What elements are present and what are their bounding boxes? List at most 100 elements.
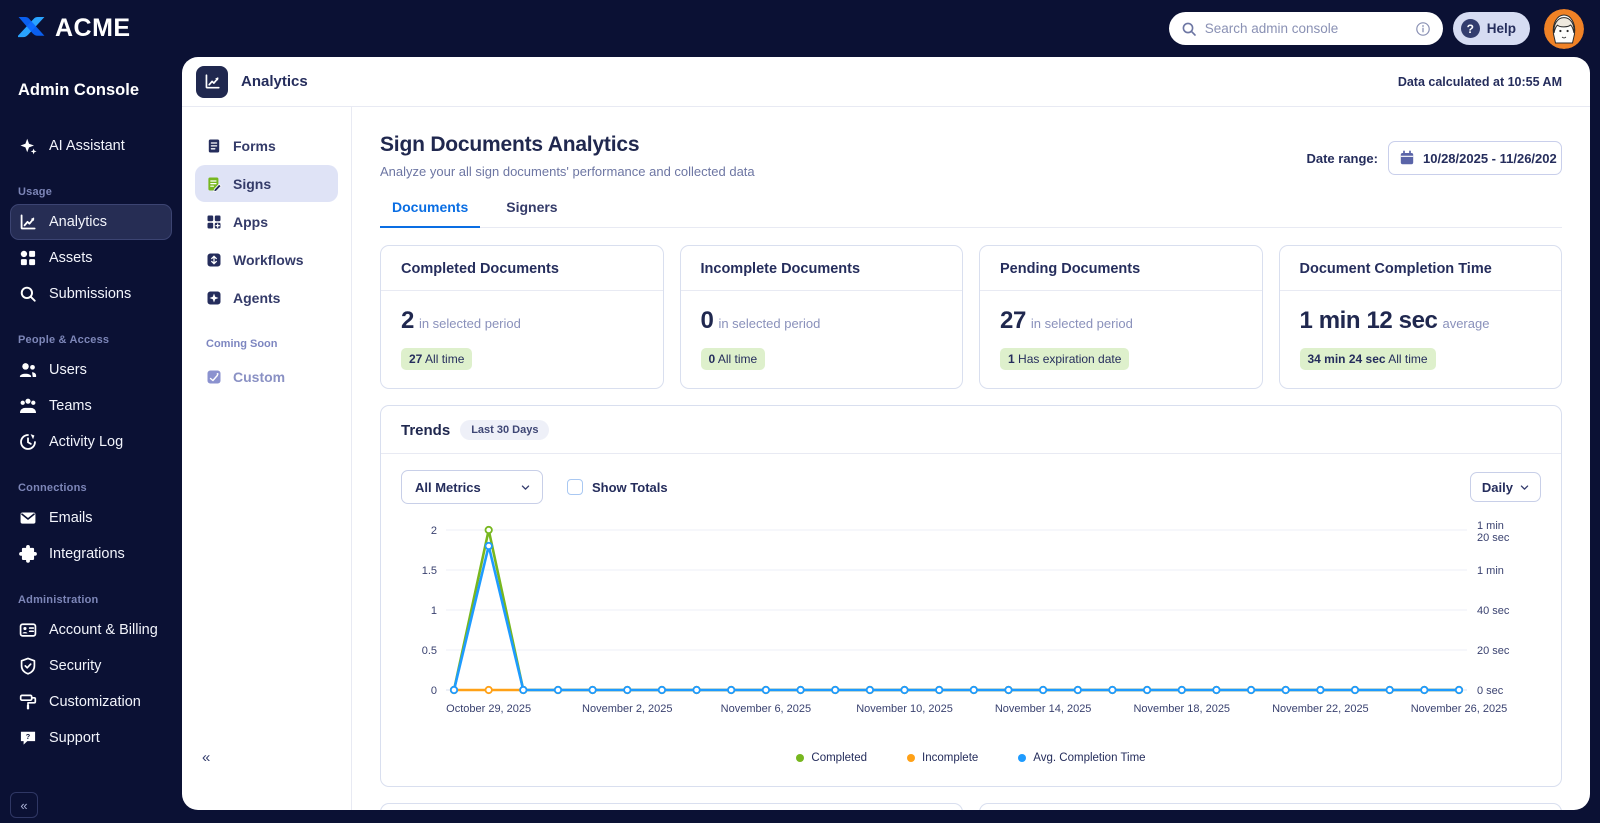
metrics-select[interactable]: All Metrics	[401, 470, 543, 504]
sidebar-collapse-button[interactable]: «	[10, 792, 38, 818]
legend-dot-icon	[796, 754, 805, 762]
show-totals-checkbox[interactable]	[567, 479, 583, 495]
data-calculated-text: Data calculated at 10:55 AM	[1397, 74, 1562, 89]
granularity-select[interactable]: Daily	[1469, 472, 1541, 502]
legend-item-completed: Completed	[796, 752, 867, 764]
svg-text:0.5: 0.5	[422, 645, 437, 657]
date-range-picker[interactable]: 10/28/2025 - 11/26/202	[1388, 141, 1562, 175]
stat-card-document-completion-time: Document Completion Time 1 min 12 sec ave…	[1278, 245, 1562, 389]
subnav-item-label: Forms	[233, 137, 276, 154]
support-icon: ?	[19, 729, 37, 747]
search-input[interactable]	[1204, 21, 1407, 36]
sidebar-item-label: Users	[49, 362, 87, 378]
tab-signers[interactable]: Signers	[494, 199, 569, 228]
stat-value-suffix: in selected period	[718, 316, 821, 331]
brand-name: ACME	[55, 14, 131, 42]
users-icon	[19, 361, 37, 379]
chart-svg: 00.511.520 sec20 sec40 sec1 min1 min20 s…	[422, 520, 1510, 715]
apps-icon	[206, 214, 222, 230]
agents-icon	[206, 290, 222, 306]
search-box[interactable]	[1168, 12, 1443, 45]
svg-text:November 2, 2025: November 2, 2025	[582, 703, 673, 715]
tabs: Documents Signers	[380, 199, 1562, 228]
sidebar-item-security[interactable]: Security	[10, 648, 172, 684]
subnav-item-apps[interactable]: Apps	[195, 203, 338, 240]
analytics-icon	[19, 213, 37, 231]
svg-text:20 sec: 20 sec	[1477, 532, 1510, 544]
sidebar-item-ai-assistant[interactable]: AI Assistant	[10, 128, 172, 164]
stat-value: 27	[1000, 307, 1026, 334]
subnav-item-label: Custom	[233, 368, 286, 385]
search-icon	[1181, 21, 1197, 37]
subnav-item-forms[interactable]: Forms	[195, 127, 338, 164]
sidebar-title: Admin Console	[18, 81, 140, 99]
legend-item-incomplete: Incomplete	[907, 752, 978, 764]
avatar[interactable]	[1544, 8, 1584, 49]
subnav-item-label: Signs	[233, 175, 272, 192]
tab-documents[interactable]: Documents	[380, 199, 481, 228]
sidebar-item-users[interactable]: Users	[10, 352, 172, 388]
sidebar-item-label: Emails	[49, 510, 93, 526]
svg-text:November 14, 2025: November 14, 2025	[995, 703, 1092, 715]
topbar: ACME ? Help	[0, 0, 1600, 57]
analytics-subnav: Forms Signs Apps Workflows Agents Coming…	[182, 107, 352, 810]
sidebar-section-label: Connections	[18, 482, 87, 494]
next-row-cards	[380, 803, 1562, 810]
coming-soon-label: Coming Soon	[206, 338, 278, 350]
search-info-icon[interactable]	[1415, 21, 1431, 37]
legend-dot-icon	[1018, 754, 1027, 762]
svg-text:November 10, 2025: November 10, 2025	[856, 703, 953, 715]
svg-text:November 6, 2025: November 6, 2025	[721, 703, 812, 715]
sidebar-item-activity-log[interactable]: Activity Log	[10, 424, 172, 460]
sidebar-section-label: Usage	[18, 186, 53, 198]
teams-icon	[19, 397, 37, 415]
stat-badge: 27 All time	[401, 348, 473, 370]
svg-text:1: 1	[431, 605, 437, 617]
trends-card: Trends Last 30 Days All Metrics Show Tot…	[380, 405, 1562, 787]
subnav-item-label: Workflows	[233, 251, 304, 268]
sidebar-item-analytics[interactable]: Analytics	[10, 204, 172, 240]
sidebar-item-support[interactable]: ? Support	[10, 720, 172, 756]
stat-badge: 1 Has expiration date	[1000, 348, 1130, 370]
subnav-collapse-button[interactable]: «	[202, 749, 210, 766]
sidebar-item-label: Teams	[49, 398, 92, 414]
sidebar-item-label: AI Assistant	[49, 138, 125, 154]
subnav-item-label: Agents	[233, 289, 281, 306]
date-range-label: Date range:	[1306, 150, 1378, 166]
page-title: Sign Documents Analytics	[380, 133, 640, 156]
sidebar-item-customization[interactable]: Customization	[10, 684, 172, 720]
svg-text:November 26, 2025: November 26, 2025	[1411, 703, 1508, 715]
trends-period-badge: Last 30 Days	[460, 420, 550, 440]
analytics-app-icon	[196, 65, 228, 98]
sidebar-item-label: Assets	[49, 250, 93, 266]
sidebar-item-emails[interactable]: Emails	[10, 500, 172, 536]
svg-text:2: 2	[431, 525, 437, 537]
help-button[interactable]: ? Help	[1452, 12, 1530, 45]
security-icon	[19, 657, 37, 675]
legend-dot-icon	[907, 754, 916, 762]
partial-card	[979, 803, 1562, 810]
signs-icon	[206, 176, 222, 192]
sidebar-item-account-billing[interactable]: Account & Billing	[10, 612, 172, 648]
subnav-item-workflows[interactable]: Workflows	[195, 241, 338, 278]
sidebar-item-teams[interactable]: Teams	[10, 388, 172, 424]
stat-value-suffix: average	[1442, 316, 1490, 331]
subnav-item-signs[interactable]: Signs	[195, 165, 338, 202]
svg-text:October 29, 2025: October 29, 2025	[446, 703, 531, 715]
sidebar-item-label: Analytics	[49, 214, 108, 230]
sidebar-item-submissions[interactable]: Submissions	[10, 276, 172, 312]
subnav-item-custom[interactable]: Custom	[195, 358, 338, 395]
brand[interactable]: ACME	[16, 14, 131, 43]
submissions-icon	[19, 285, 37, 303]
sidebar-item-integrations[interactable]: Integrations	[10, 536, 172, 572]
forms-icon	[206, 138, 222, 154]
svg-text:1 min: 1 min	[1477, 520, 1504, 532]
acme-logo-icon	[16, 15, 47, 42]
stat-card-completed-documents: Completed Documents 2 in selected period …	[380, 245, 664, 389]
date-range-value: 10/28/2025 - 11/26/202	[1423, 150, 1557, 166]
subnav-item-agents[interactable]: Agents	[195, 279, 338, 316]
sidebar-item-assets[interactable]: Assets	[10, 240, 172, 276]
svg-text:?: ?	[26, 732, 31, 741]
stat-value: 0	[700, 307, 714, 334]
show-totals-toggle[interactable]: Show Totals	[567, 479, 668, 495]
